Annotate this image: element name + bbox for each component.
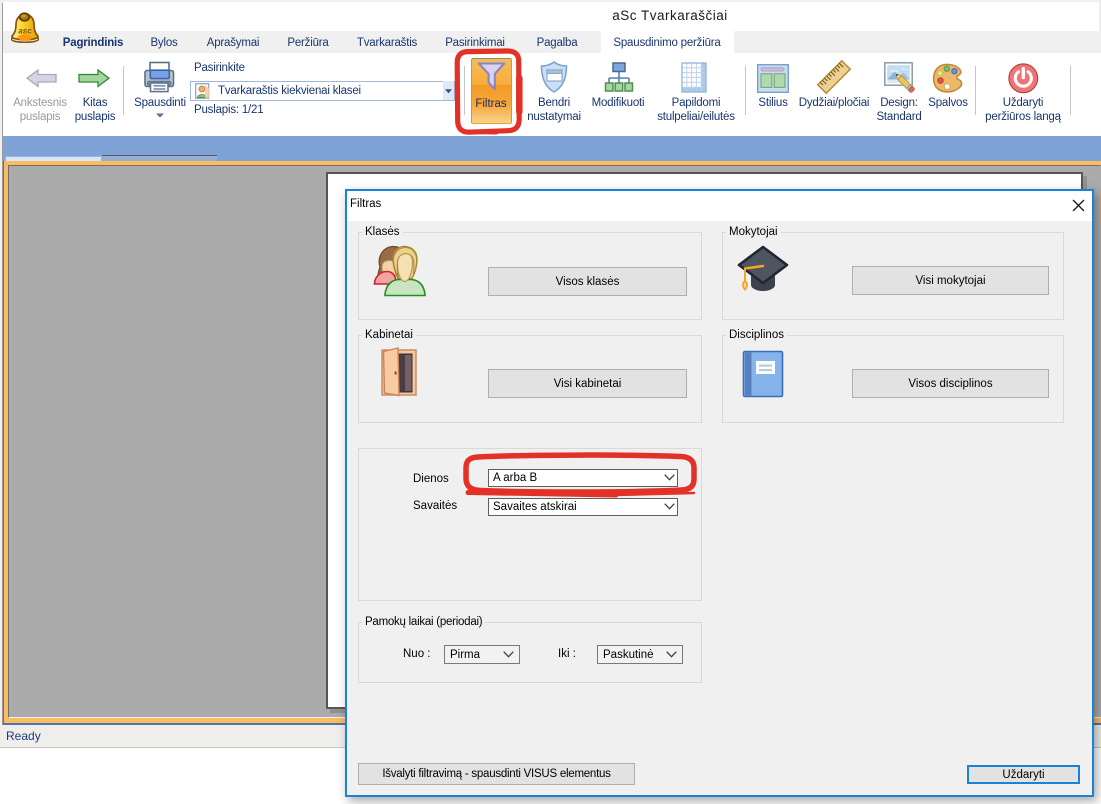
svg-text:asc: asc [18,27,32,36]
